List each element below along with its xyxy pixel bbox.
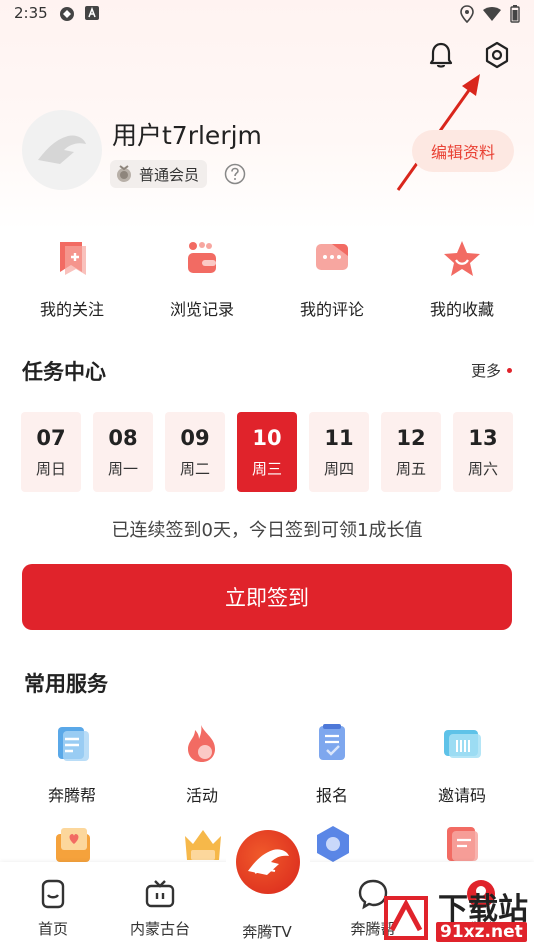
day-cell[interactable]: 07 周日 [21, 412, 81, 492]
day-cell[interactable]: 09 周二 [165, 412, 225, 492]
checkin-button[interactable]: 立即签到 [22, 564, 512, 630]
watermark: 下载站 91xz.net [378, 884, 534, 950]
service-item-activity[interactable]: 活动 [152, 722, 252, 806]
fire-icon [188, 725, 215, 762]
center-tab-circle [236, 830, 300, 894]
watermark-logo-icon [384, 896, 428, 940]
day-number: 10 [252, 426, 282, 450]
day-weekday: 周六 [467, 460, 498, 478]
app-notification-icon [60, 7, 74, 21]
tv-icon [145, 880, 175, 908]
quick-links: 我的关注 浏览记录 我的评论 我的收藏 [0, 238, 534, 320]
services-title: 常用服务 [24, 672, 108, 696]
tab-label: 内蒙古台 [129, 920, 190, 938]
quick-link-comments[interactable]: 我的评论 [277, 238, 387, 320]
day-weekday: 周日 [35, 460, 66, 478]
day-weekday: 周一 [107, 460, 138, 478]
day-weekday: 周三 [251, 460, 282, 478]
day-cell[interactable]: 08 周一 [93, 412, 153, 492]
service-label: 邀请码 [437, 786, 486, 805]
status-left-icons [58, 5, 100, 23]
service-label: 报名 [315, 786, 348, 805]
bell-icon [429, 42, 453, 68]
clipboard-icon [58, 727, 89, 761]
status-bar: 2:35 [0, 0, 534, 28]
service-label: 活动 [185, 786, 218, 805]
heart-envelope-icon[interactable] [53, 824, 95, 864]
gear-icon [485, 41, 509, 69]
font-notification-icon [85, 6, 99, 20]
quick-link-favorites[interactable]: 我的收藏 [407, 238, 517, 320]
settings-button[interactable] [482, 40, 512, 70]
watermark-bottom-text: 91xz.net [436, 922, 527, 942]
username: 用户t7rlerjm [112, 121, 262, 150]
center-tab-label: 奔腾TV [242, 923, 292, 941]
service-item-invite-code[interactable]: 邀请码 [412, 722, 512, 806]
tab-inner-mongolia-tv[interactable]: 内蒙古台 [115, 878, 205, 939]
history-icon [188, 242, 216, 273]
star-icon [444, 241, 480, 276]
day-cell-today[interactable]: 10 周三 [237, 412, 297, 492]
day-number: 08 [108, 426, 138, 450]
medal-icon [117, 165, 131, 182]
day-number: 07 [36, 426, 66, 450]
status-time: 2:35 [14, 4, 48, 22]
quick-link-label: 我的评论 [299, 300, 364, 319]
day-weekday: 周二 [179, 460, 210, 478]
task-more-link[interactable]: 更多 [471, 360, 512, 381]
day-weekday: 周四 [323, 460, 354, 478]
checkin-days: 07 周日 08 周一 09 周二 10 周三 11 周四 12 周五 13 周… [21, 412, 513, 492]
home-icon [41, 879, 65, 909]
more-label: 更多 [470, 362, 501, 380]
battery-icon [510, 5, 520, 23]
signup-form-icon [319, 724, 345, 760]
quick-link-follow[interactable]: 我的关注 [17, 238, 127, 320]
member-badge: 普通会员 [110, 160, 208, 188]
checkin-info: 已连续签到0天，今日签到可领1成长值 [111, 520, 423, 541]
day-cell[interactable]: 11 周四 [309, 412, 369, 492]
edit-note-icon[interactable] [442, 824, 482, 864]
profile-card: 用户t7rlerjm 普通会员 编辑资料 [22, 108, 514, 192]
quick-link-label: 浏览记录 [169, 300, 234, 319]
tab-benteng-tv[interactable] [226, 820, 310, 904]
location-icon [460, 5, 474, 23]
day-weekday: 周五 [395, 460, 426, 478]
crown-icon[interactable] [181, 824, 225, 864]
service-item-signup[interactable]: 报名 [282, 722, 382, 806]
day-number: 12 [396, 426, 426, 450]
help-icon[interactable] [224, 163, 246, 185]
horse-avatar-icon [38, 135, 86, 164]
task-center-title: 任务中心 [22, 360, 106, 384]
hexagon-badge-icon[interactable] [313, 824, 353, 864]
quick-link-label: 我的关注 [39, 300, 104, 319]
comment-icon [316, 244, 348, 270]
service-label: 奔腾帮 [47, 786, 96, 805]
wifi-icon [483, 7, 501, 21]
notification-button[interactable] [426, 40, 456, 70]
bookmark-plus-icon [60, 242, 86, 275]
day-cell[interactable]: 13 周六 [453, 412, 513, 492]
invite-code-icon [444, 730, 481, 758]
edit-profile-button[interactable]: 编辑资料 [412, 130, 514, 172]
day-number: 11 [324, 426, 354, 450]
top-actions [426, 40, 512, 70]
status-right-icons [460, 5, 520, 23]
service-item-bentengbang[interactable]: 奔腾帮 [22, 722, 122, 806]
quick-link-label: 我的收藏 [429, 300, 494, 319]
tab-home[interactable]: 首页 [8, 878, 98, 939]
quick-link-history[interactable]: 浏览记录 [147, 238, 257, 320]
day-cell[interactable]: 12 周五 [381, 412, 441, 492]
more-dot-icon [507, 368, 512, 373]
member-level: 普通会员 [139, 165, 200, 184]
horse-logo-icon [248, 849, 289, 875]
day-number: 09 [180, 426, 210, 450]
tab-label: 首页 [37, 920, 68, 938]
avatar[interactable] [22, 110, 102, 190]
day-number: 13 [468, 426, 498, 450]
